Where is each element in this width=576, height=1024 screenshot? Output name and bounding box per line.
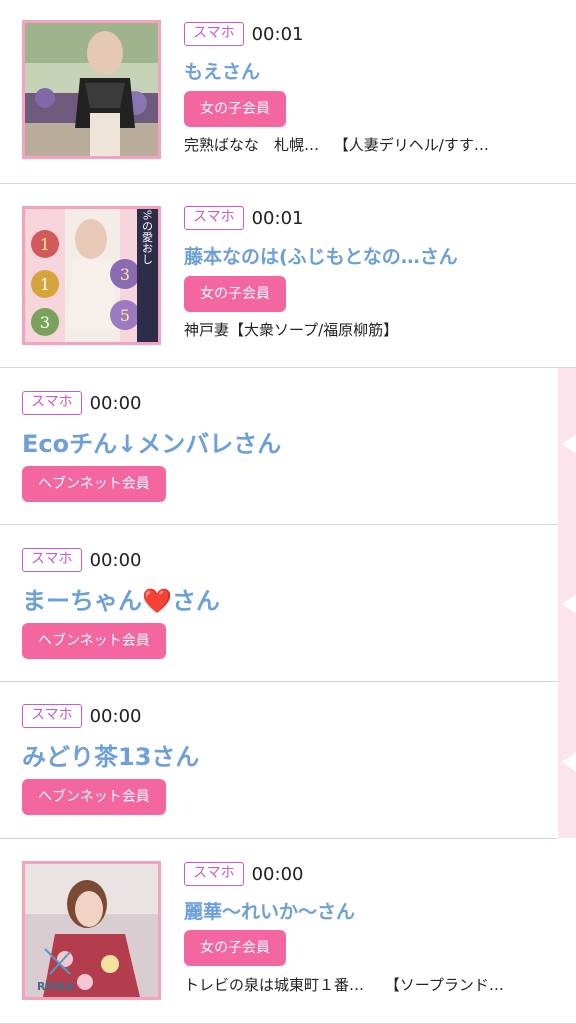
access-time: 00:00: [89, 549, 142, 571]
member-badge: ヘブンネット会員: [22, 466, 166, 502]
device-badge: スマホ: [22, 548, 82, 572]
access-time: 00:01: [251, 23, 304, 45]
member-badge: 女の子会員: [184, 91, 286, 127]
access-time: 00:00: [89, 705, 142, 727]
access-time: 00:01: [251, 207, 304, 229]
item-meta: スマホ 00:00: [22, 704, 141, 728]
banner-image: 1 1 3 3 5 度200%の愛おし: [25, 209, 158, 342]
user-name[interactable]: 藤本なのは(ふじもとなの…さん: [184, 242, 554, 269]
profile-photo[interactable]: REIKA: [22, 861, 161, 1000]
banner-rank-1: 1: [40, 235, 50, 254]
user-name[interactable]: みどり茶13さん: [22, 737, 542, 772]
item-meta: スマホ 00:00: [184, 862, 303, 886]
device-badge: スマホ: [184, 206, 244, 230]
profile-photo[interactable]: 1 1 3 3 5 度200%の愛おし: [22, 206, 161, 345]
banner-caption: 度200%の愛おし: [141, 209, 154, 264]
list-item[interactable]: スマホ 00:00 Ecoチん↓メンバレさん ヘブンネット会員: [0, 368, 558, 525]
access-time: 00:00: [89, 392, 142, 414]
banner-rank-4: 3: [40, 313, 50, 332]
member-badge: ヘブンネット会員: [22, 623, 166, 659]
banner-rank-3: 3: [120, 265, 130, 284]
shop-name-left: 完熟ばなな 札幌…: [184, 136, 320, 154]
side-notch-icon: [562, 594, 576, 614]
user-name[interactable]: 麗華〜れいか〜さん: [184, 897, 554, 924]
list-item[interactable]: スマホ 00:01 もえさん 女の子会員 完熟ばなな 札幌… 【人妻デリヘル/す…: [0, 0, 576, 184]
device-badge: スマホ: [184, 22, 244, 46]
photo-image: [25, 23, 158, 156]
user-name[interactable]: Ecoチん↓メンバレさん: [22, 424, 542, 459]
list-item[interactable]: 1 1 3 3 5 度200%の愛おし スマホ 00:01 藤本なのは(ふじもと…: [0, 184, 576, 368]
user-name[interactable]: まーちゃん❤️さん: [22, 581, 542, 616]
list-item[interactable]: スマホ 00:00 まーちゃん❤️さん ヘブンネット会員: [0, 525, 558, 682]
profile-photo[interactable]: [22, 20, 161, 159]
list-item[interactable]: スマホ 00:00 みどり茶13さん ヘブンネット会員: [0, 682, 558, 839]
shop-name-right: 【人妻デリヘル/すす…: [333, 136, 489, 154]
access-time: 00:00: [251, 863, 304, 885]
shop-name[interactable]: トレビの泉は城東町１番… 【ソープランド…: [184, 974, 504, 995]
device-badge: スマホ: [22, 704, 82, 728]
member-badge: 女の子会員: [184, 930, 286, 966]
shop-name-left: トレビの泉は城東町１番…: [184, 976, 365, 994]
side-notch-icon: [562, 752, 576, 772]
member-badge: 女の子会員: [184, 276, 286, 312]
user-name[interactable]: もえさん: [184, 57, 554, 84]
shop-name-left: 神戸妻【大衆ソープ/福原柳筋】: [184, 321, 399, 339]
member-badge: ヘブンネット会員: [22, 779, 166, 815]
item-meta: スマホ 00:01: [184, 206, 303, 230]
side-notch-icon: [562, 434, 576, 454]
shop-name-right: 【ソープランド…: [384, 976, 504, 994]
item-meta: スマホ 00:00: [22, 391, 141, 415]
list-item[interactable]: REIKA スマホ 00:00 麗華〜れいか〜さん 女の子会員 トレビの泉は城東…: [0, 839, 576, 1024]
photo-watermark: REIKA: [37, 980, 75, 993]
shop-name[interactable]: 神戸妻【大衆ソープ/福原柳筋】: [184, 319, 398, 340]
item-meta: スマホ 00:00: [22, 548, 141, 572]
shop-name[interactable]: 完熟ばなな 札幌… 【人妻デリヘル/すす…: [184, 134, 489, 155]
banner-rank-2: 1: [40, 275, 50, 294]
device-badge: スマホ: [22, 391, 82, 415]
item-meta: スマホ 00:01: [184, 22, 303, 46]
device-badge: スマホ: [184, 862, 244, 886]
banner-rank-5: 5: [120, 306, 130, 325]
photo-image: REIKA: [25, 864, 158, 997]
